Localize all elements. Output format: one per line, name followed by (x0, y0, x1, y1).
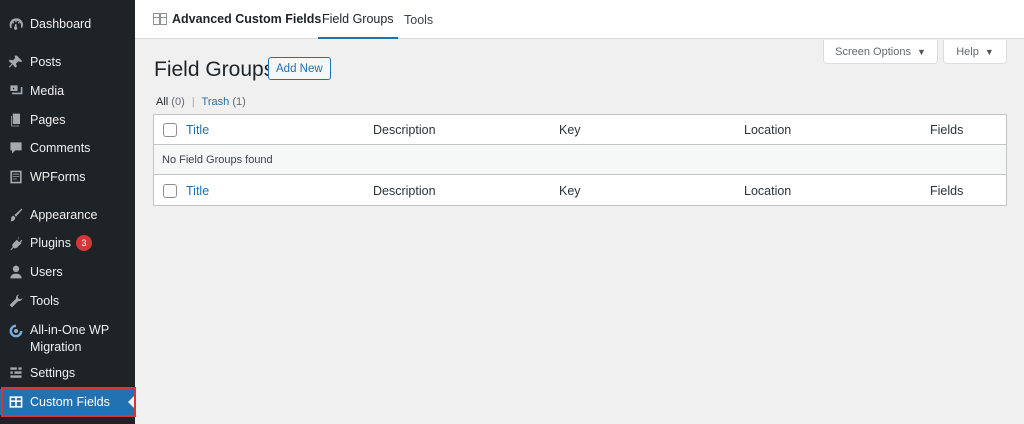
caret-down-icon: ▼ (916, 46, 926, 57)
status-filter-links: All (0) | Trash (1) (156, 96, 246, 108)
sidebar-item-label: All-in-One WP Migration (30, 323, 109, 354)
sidebar-item-label: Tools (30, 293, 60, 308)
tab-tools[interactable]: Tools (400, 0, 437, 39)
select-all-checkbox[interactable] (163, 122, 177, 137)
tab-label: Field Groups (322, 11, 394, 26)
sidebar-item-settings[interactable]: Settings (0, 363, 135, 383)
column-title-header[interactable]: Title (186, 123, 209, 137)
sidebar-item-plugins[interactable]: Plugins 3 (0, 233, 135, 253)
table-footer-row: Title Description Key Location Fields (154, 175, 1006, 206)
filter-all-count: (0) (171, 96, 185, 108)
pin-icon (0, 54, 30, 70)
dashboard-icon (0, 16, 30, 32)
tab-field-groups[interactable]: Field Groups (318, 0, 398, 39)
settings-icon (0, 365, 30, 381)
column-location-header: Location (744, 122, 792, 137)
table-icon (153, 13, 167, 25)
select-all-checkbox-footer[interactable] (163, 183, 177, 198)
update-count-badge: 3 (76, 235, 92, 251)
filter-separator: | (191, 96, 195, 108)
field-groups-table: Title Description Key Location Fields No… (153, 114, 1007, 206)
sidebar-item-label: Appearance (30, 207, 98, 222)
sidebar-item-label: Comments (30, 140, 91, 155)
column-description-header: Description (373, 122, 436, 137)
column-description-footer: Description (373, 183, 436, 198)
add-new-button[interactable]: Add New (268, 57, 331, 80)
table-header-row: Title Description Key Location Fields (154, 115, 1006, 145)
tab-label: Tools (404, 12, 434, 27)
sidebar-item-label: Pages (30, 112, 66, 127)
sidebar-item-label: Users (30, 264, 63, 279)
migration-icon (0, 322, 30, 339)
comment-icon (0, 140, 30, 156)
sidebar-item-label: WPForms (30, 169, 86, 184)
acf-admin-toolbar: Advanced Custom Fields Field Groups Tool… (135, 0, 1024, 39)
page-title: Field Groups (154, 58, 275, 81)
table-icon (0, 394, 30, 410)
admin-sidebar: Dashboard Posts Media Pages Comments WPF… (0, 0, 136, 424)
acf-brand: Advanced Custom Fields (153, 0, 321, 38)
help-label: Help (956, 45, 979, 58)
sidebar-item-migration[interactable]: All-in-One WP Migration (0, 322, 135, 356)
sidebar-item-label: Custom Fields (30, 394, 110, 409)
help-button[interactable]: Help ▼ (943, 40, 1007, 64)
sidebar-item-wpforms[interactable]: WPForms (0, 167, 135, 187)
active-menu-pointer (128, 396, 134, 408)
plugin-icon (0, 235, 30, 251)
column-fields-header: Fields (930, 122, 964, 137)
sidebar-item-label: Dashboard (30, 16, 92, 31)
table-row: No Field Groups found (154, 145, 1006, 175)
sidebar-item-comments[interactable]: Comments (0, 138, 135, 158)
empty-table-message: No Field Groups found (162, 153, 273, 166)
sidebar-item-tools[interactable]: Tools (0, 291, 135, 311)
sidebar-item-label: Media (30, 83, 65, 98)
column-key-footer: Key (559, 183, 581, 198)
sidebar-item-posts[interactable]: Posts (0, 52, 135, 72)
screen-options-label: Screen Options (835, 45, 911, 58)
sidebar-item-appearance[interactable]: Appearance (0, 205, 135, 225)
filter-trash[interactable]: Trash (202, 96, 230, 108)
column-fields-footer: Fields (930, 183, 964, 198)
brush-icon (0, 207, 30, 223)
screen-options-button[interactable]: Screen Options ▼ (823, 40, 938, 64)
sidebar-item-label: Posts (30, 54, 62, 69)
sidebar-item-media[interactable]: Media (0, 81, 135, 101)
sidebar-item-label: Plugins (30, 235, 71, 250)
media-icon (0, 83, 30, 99)
column-location-footer: Location (744, 183, 792, 198)
pages-icon (0, 112, 30, 128)
filter-all[interactable]: All (156, 96, 168, 108)
caret-down-icon: ▼ (984, 46, 994, 57)
sidebar-item-dashboard[interactable]: Dashboard (0, 14, 135, 34)
form-icon (0, 169, 30, 185)
sidebar-item-custom-fields[interactable]: Custom Fields (0, 389, 135, 415)
sidebar-item-label: Settings (30, 365, 76, 380)
column-title-footer[interactable]: Title (186, 184, 209, 198)
sidebar-item-pages[interactable]: Pages (0, 110, 135, 130)
sidebar-item-users[interactable]: Users (0, 262, 135, 282)
filter-trash-count: (1) (232, 96, 246, 108)
column-key-header: Key (559, 122, 581, 137)
wrench-icon (0, 293, 30, 309)
acf-brand-label: Advanced Custom Fields (172, 12, 322, 26)
user-icon (0, 264, 30, 280)
